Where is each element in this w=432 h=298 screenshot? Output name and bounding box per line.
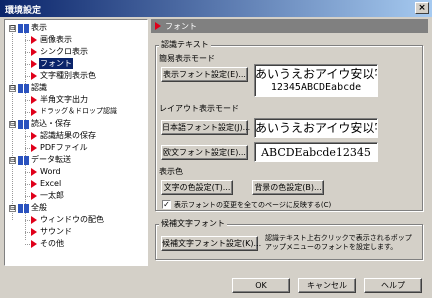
text-color-button[interactable]: 文字の色設定(T)... — [161, 180, 233, 195]
tree-item-dragdrop[interactable]: ドラッグ＆ドロップ認識 — [5, 107, 145, 117]
candidate-font-group-title: 候補文字フォント — [159, 219, 227, 229]
tree-item-word[interactable]: Word — [5, 167, 145, 177]
panel-title: フォント — [165, 22, 197, 31]
font-settings-panel: フォント 認識テキスト 簡易表示モード 表示フォント設定(E)... あいうえお… — [151, 19, 428, 266]
tree-label: データ転送 — [31, 155, 71, 164]
tree-label-selected: フォント — [39, 58, 73, 69]
japanese-font-button[interactable]: 日本語フォント設定(J)... — [161, 120, 250, 135]
tree-item-sync[interactable]: シンクロ表示 — [5, 47, 145, 57]
japanese-font-preview: あいうえおアイウ安以字 — [254, 118, 378, 138]
help-button[interactable]: ヘルプ — [364, 278, 422, 293]
tree-label: 表示 — [31, 23, 47, 32]
red-arrow-icon — [31, 36, 37, 44]
red-arrow-icon — [31, 60, 37, 68]
window-title: 環境設定 — [5, 6, 42, 16]
tree-label: 読込・保存 — [31, 119, 71, 128]
layout-mode-label: レイアウト表示モード — [159, 104, 239, 113]
tree-label: 全般 — [31, 203, 47, 212]
tree-node-general[interactable]: ⊟ 全般 — [5, 203, 145, 213]
preview-line-2: 12345ABCDEabcde — [270, 82, 362, 93]
red-arrow-icon — [31, 180, 37, 188]
preview-japanese: あいうえおアイウ安以字 — [255, 121, 378, 135]
tree-item-other[interactable]: その他 — [5, 239, 145, 249]
display-color-label: 表示色 — [159, 167, 183, 176]
reflect-all-pages-checkbox[interactable]: ✓ — [162, 200, 171, 209]
cancel-button[interactable]: キャンセル — [298, 278, 356, 293]
tree-label: 文字種別表示色 — [40, 71, 96, 80]
title-bar: 環境設定 × — [0, 0, 432, 17]
red-arrow-icon — [31, 96, 37, 104]
candidate-font-desc-1: 認識テキスト上右クリックで表示されるポップ — [265, 234, 412, 242]
background-color-button[interactable]: 背景の色設定(B)... — [252, 180, 324, 195]
tree-node-load-save[interactable]: ⊟ 読込・保存 — [5, 119, 145, 129]
red-arrow-icon — [31, 168, 37, 176]
tree-label: その他 — [40, 239, 64, 248]
tree-label: PDFファイル — [40, 143, 88, 152]
tree-item-ichitaro[interactable]: 一太郎 — [5, 191, 145, 201]
collapse-icon[interactable]: ⊟ — [9, 205, 16, 212]
tree-item-save-result[interactable]: 認識結果の保存 — [5, 131, 145, 141]
settings-tree[interactable]: ⊟ 表示 画像表示 シンクロ表示 フォント 文字種別表示色 ⊟ 認識 半角文字出… — [4, 19, 148, 266]
tree-label: 認識 — [31, 83, 47, 92]
tree-label: Excel — [40, 179, 62, 188]
preview-western: ABCDEabcde12345 — [261, 146, 371, 159]
tree-node-recognize[interactable]: ⊟ 認識 — [5, 83, 145, 93]
display-font-button[interactable]: 表示フォント設定(E)... — [161, 67, 248, 82]
tree-label: ドラッグ＆ドロップ認識 — [40, 107, 117, 115]
collapse-icon[interactable]: ⊟ — [9, 157, 16, 164]
red-arrow-icon — [31, 240, 37, 248]
candidate-font-desc-2: アップメニューのフォントを設定します。 — [265, 243, 398, 251]
tree-label: ウィンドウの配色 — [40, 215, 104, 224]
tree-item-image[interactable]: 画像表示 — [5, 35, 145, 45]
tree-label: サウンド — [40, 227, 72, 236]
tree-node-display[interactable]: ⊟ 表示 — [5, 23, 145, 33]
red-arrow-icon — [31, 72, 37, 80]
tree-label: シンクロ表示 — [40, 47, 88, 56]
red-arrow-icon — [31, 108, 37, 116]
red-arrow-icon — [31, 228, 37, 236]
settings-window: 環境設定 × ⊟ 表示 画像表示 シンクロ表示 フォント 文字種別表示色 ⊟ 認… — [0, 0, 432, 298]
red-arrow-icon — [31, 48, 37, 56]
western-font-preview: ABCDEabcde12345 — [254, 142, 378, 162]
panel-header: フォント — [151, 19, 428, 33]
reflect-all-pages-label: 表示フォントの変更を全てのページに反映する(C) — [174, 201, 332, 209]
tree-label: 画像表示 — [40, 35, 72, 44]
tree-label: 認識結果の保存 — [40, 131, 96, 140]
tree-item-halfwidth[interactable]: 半角文字出力 — [5, 95, 145, 105]
book-icon — [18, 84, 29, 93]
red-arrow-icon — [31, 216, 37, 224]
tree-item-excel[interactable]: Excel — [5, 179, 145, 189]
red-arrow-icon — [31, 192, 37, 200]
red-arrow-icon — [31, 144, 37, 152]
tree-label: Word — [40, 167, 61, 176]
tree-item-window-color[interactable]: ウィンドウの配色 — [5, 215, 145, 225]
tree-item-pdf[interactable]: PDFファイル — [5, 143, 145, 153]
preview-line-1: あいうえおアイウ安以字 — [255, 67, 378, 81]
tree-label: 一太郎 — [40, 191, 64, 200]
collapse-icon[interactable]: ⊟ — [9, 25, 16, 32]
book-icon — [18, 156, 29, 165]
close-button[interactable]: × — [415, 2, 429, 14]
simple-mode-label: 簡易表示モード — [159, 54, 215, 63]
tree-item-sound[interactable]: サウンド — [5, 227, 145, 237]
tree-node-transfer[interactable]: ⊟ データ転送 — [5, 155, 145, 165]
ok-button[interactable]: OK — [232, 278, 290, 293]
simple-font-preview: あいうえおアイウ安以字 12345ABCDEabcde — [254, 64, 378, 97]
book-icon — [18, 204, 29, 213]
western-font-button[interactable]: 欧文フォント設定(E)... — [161, 145, 248, 160]
collapse-icon[interactable]: ⊟ — [9, 85, 16, 92]
tree-label: 半角文字出力 — [40, 95, 88, 104]
red-arrow-icon — [155, 22, 161, 30]
candidate-font-button[interactable]: 候補文字フォント設定(K)... — [161, 236, 261, 251]
red-arrow-icon — [31, 132, 37, 140]
tree-item-color[interactable]: 文字種別表示色 — [5, 71, 145, 81]
collapse-icon[interactable]: ⊟ — [9, 121, 16, 128]
recog-text-group-title: 認識テキスト — [159, 40, 211, 50]
book-icon — [18, 120, 29, 129]
tree-item-font[interactable]: フォント — [5, 58, 145, 69]
book-icon — [18, 24, 29, 33]
